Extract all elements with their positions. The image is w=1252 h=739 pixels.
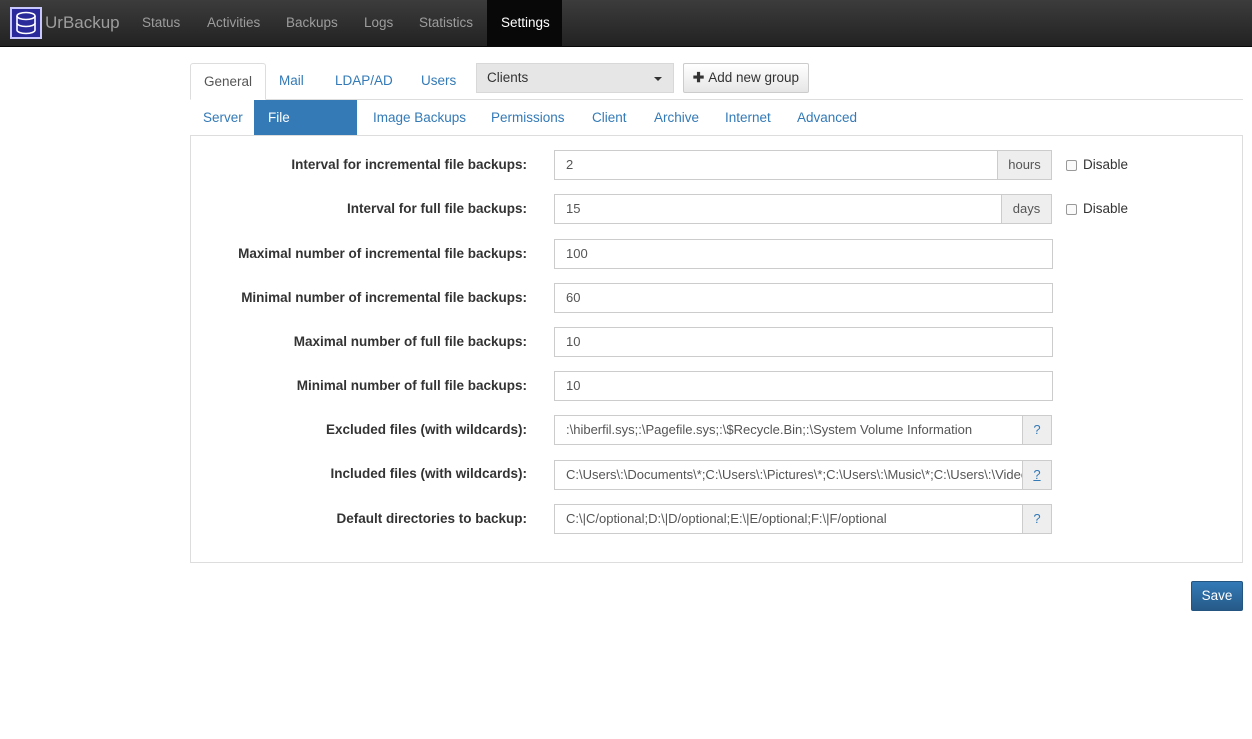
full-interval-label: Interval for full file backups: xyxy=(346,201,527,216)
subtab-server[interactable]: Server xyxy=(189,100,257,135)
nav-activities[interactable]: Activities xyxy=(193,0,274,46)
max-full-input[interactable]: 10 xyxy=(554,327,1053,357)
top-navbar: UrBackup Status Activities Backups Logs … xyxy=(0,0,1252,47)
excluded-files-help-button[interactable]: ? xyxy=(1022,415,1052,445)
tab-mail[interactable]: Mail xyxy=(266,63,317,99)
brand[interactable]: UrBackup xyxy=(10,6,120,40)
full-interval-input[interactable]: 15 xyxy=(554,194,1002,224)
min-full-label: Minimal number of full file backups: xyxy=(296,378,527,393)
add-new-group-label: Add new group xyxy=(708,70,800,85)
caret-down-icon xyxy=(654,77,662,81)
tab-general[interactable]: General xyxy=(190,63,267,100)
incr-interval-disable-label[interactable]: Disable xyxy=(1083,157,1128,172)
min-incr-label: Minimal number of incremental file backu… xyxy=(241,290,527,305)
default-dirs-help-button[interactable]: ? xyxy=(1022,504,1052,534)
default-dirs-input[interactable]: C:\|C/optional;D:\|D/optional;E:\|E/opti… xyxy=(554,504,1023,534)
client-group-select-value: Clients xyxy=(487,70,529,85)
min-incr-input[interactable]: 60 xyxy=(554,283,1053,313)
max-full-label: Maximal number of full file backups: xyxy=(293,334,527,349)
subtab-client[interactable]: Client xyxy=(578,100,641,135)
max-incr-label: Maximal number of incremental file backu… xyxy=(238,246,527,261)
nav-statistics[interactable]: Statistics xyxy=(405,0,487,46)
subtab-permissions[interactable]: Permissions xyxy=(477,100,579,135)
full-interval-disable-checkbox[interactable] xyxy=(1066,204,1077,215)
incr-interval-unit: hours xyxy=(997,150,1052,180)
max-incr-input[interactable]: 100 xyxy=(554,239,1053,269)
included-files-label: Included files (with wildcards): xyxy=(330,466,527,481)
client-group-select[interactable]: Clients xyxy=(476,63,674,93)
nav-status[interactable]: Status xyxy=(128,0,194,46)
tab-users[interactable]: Users xyxy=(408,63,469,99)
excluded-files-input[interactable]: :\hiberfil.sys;:\Pagefile.sys;:\$Recycle… xyxy=(554,415,1023,445)
subtab-file-backups[interactable]: File Backups xyxy=(254,100,357,160)
plus-icon: ✚ xyxy=(692,70,705,85)
nav-settings[interactable]: Settings xyxy=(487,0,562,46)
excluded-files-label: Excluded files (with wildcards): xyxy=(325,422,527,437)
incr-interval-label: Interval for incremental file backups: xyxy=(291,157,527,172)
default-dirs-label: Default directories to backup: xyxy=(336,511,527,526)
brand-name: UrBackup xyxy=(45,13,120,32)
save-button[interactable]: Save xyxy=(1191,581,1243,611)
tab-ldap-ad[interactable]: LDAP/AD xyxy=(322,63,406,99)
nav-backups[interactable]: Backups xyxy=(272,0,352,46)
included-files-input[interactable]: C:\Users\:\Documents\*;C:\Users\:\Pictur… xyxy=(554,460,1023,490)
full-interval-disable-label[interactable]: Disable xyxy=(1083,201,1128,216)
min-full-input[interactable]: 10 xyxy=(554,371,1053,401)
subtab-internet[interactable]: Internet xyxy=(711,100,785,135)
nav-logs[interactable]: Logs xyxy=(350,0,407,46)
subtab-archive[interactable]: Archive xyxy=(640,100,713,135)
included-files-help-button[interactable]: ? xyxy=(1022,460,1052,490)
subtab-image-backups[interactable]: Image Backups xyxy=(359,100,480,135)
incr-interval-disable-checkbox[interactable] xyxy=(1066,160,1077,171)
subtab-advanced[interactable]: Advanced xyxy=(783,100,871,135)
urbackup-logo-icon xyxy=(10,7,42,39)
incr-interval-input[interactable]: 2 xyxy=(554,150,998,180)
full-interval-unit: days xyxy=(1001,194,1052,224)
add-new-group-button[interactable]: ✚ Add new group xyxy=(683,63,809,93)
